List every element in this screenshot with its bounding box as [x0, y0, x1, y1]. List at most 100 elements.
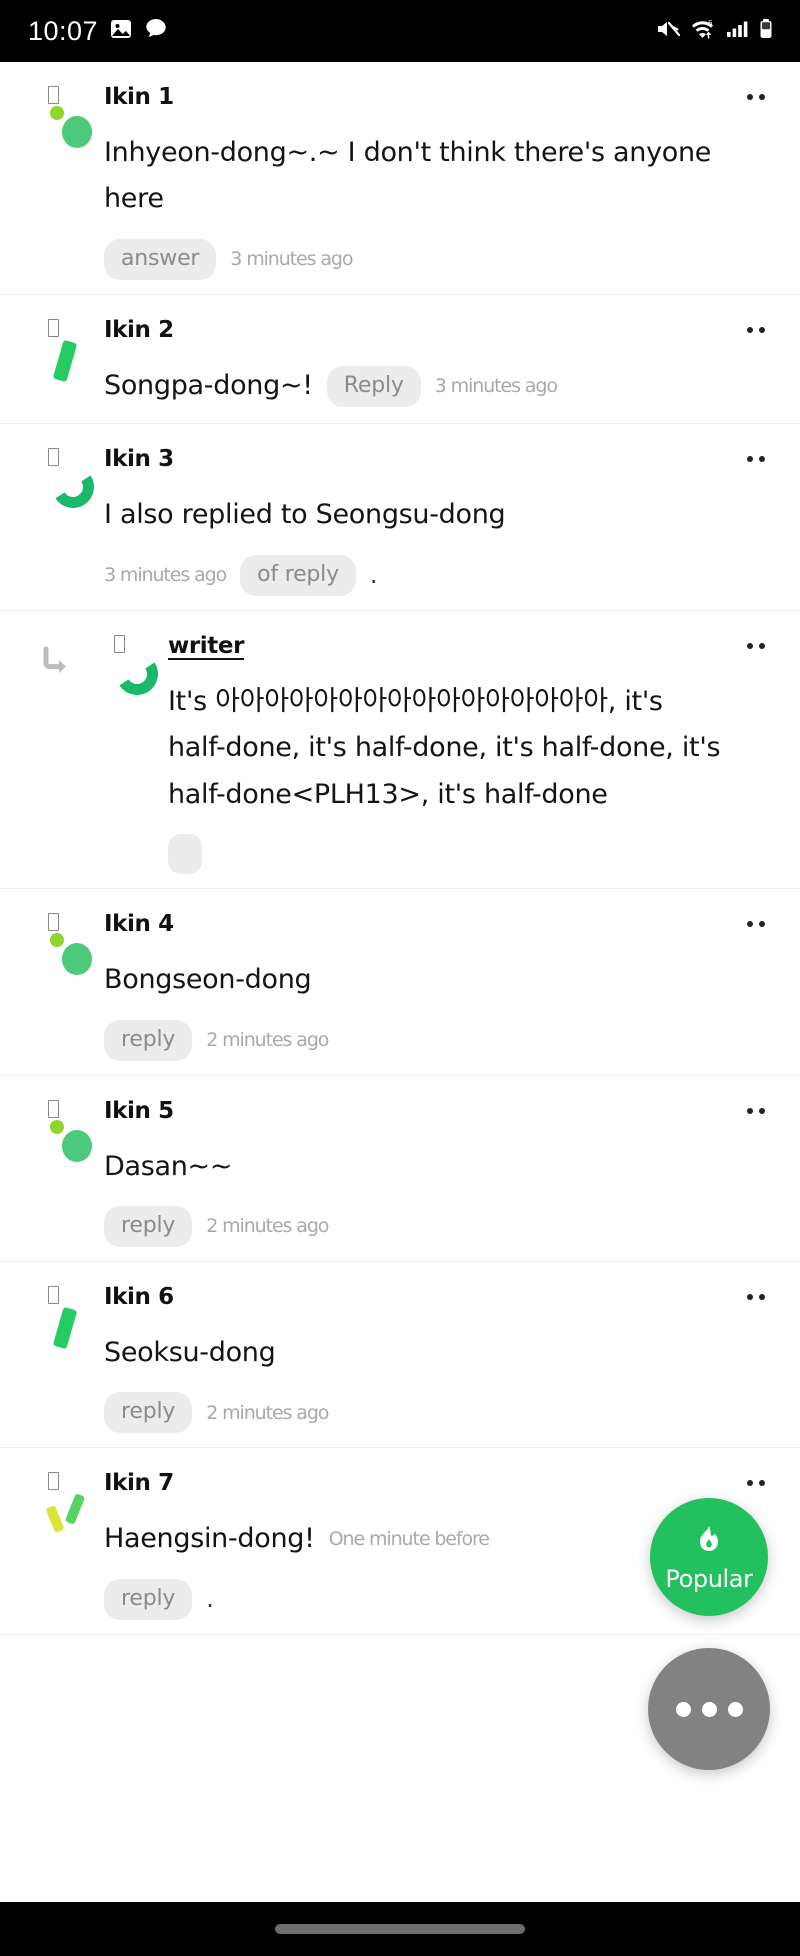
comment-text: I also replied to Seongsu-dong [104, 499, 506, 531]
comment-item[interactable]: Ikin 3 I also replied to Seongsu-dong 3 … [0, 424, 800, 611]
comment-item[interactable]: Ikin 6 Seoksu-dong reply 2 minutes ago [0, 1262, 800, 1449]
comment-item[interactable]: Ikin 1 Inhyeon-dong~.~ I don't think the… [0, 62, 800, 295]
more-options-icon[interactable] [734, 313, 778, 347]
comment-meta: reply 2 minutes ago [104, 1019, 728, 1061]
status-bar-clock: 10:07 [28, 15, 99, 46]
popular-fab-label: Popular [665, 1565, 753, 1593]
comment-author-writer[interactable]: writer [168, 633, 728, 659]
comment-item-nested[interactable]: writer It's 아아아아아아아아아아아아아아아아, it's half-… [0, 611, 800, 890]
comment-text: Songpa-dong~! [104, 369, 313, 401]
reply-chip[interactable]: reply [104, 1578, 193, 1620]
comment-meta: 3 minutes ago of reply . [104, 554, 728, 596]
comment-timestamp: 2 minutes ago [206, 1401, 329, 1424]
comment-timestamp: 2 minutes ago [206, 1029, 329, 1051]
comment-text: Inhyeon-dong~.~ I don't think there's an… [104, 137, 712, 215]
comment-timestamp: 3 minutes ago [230, 248, 353, 271]
comment-author[interactable]: Ikin 6 [104, 1284, 728, 1310]
home-indicator[interactable] [275, 1924, 525, 1934]
empty-chip[interactable] [168, 834, 202, 875]
status-bar-right: 6 [655, 17, 774, 45]
comment-item[interactable]: Ikin 4 Bongseon-dong reply 2 minutes ago [0, 889, 800, 1076]
avatar-dots-icon [44, 931, 100, 979]
missing-glyph-icon [48, 1099, 59, 1118]
svg-text:6: 6 [708, 19, 713, 28]
chat-bubble-icon [144, 17, 168, 45]
status-bar: 10:07 6 [0, 0, 800, 62]
wifi-6-icon: 6 [690, 17, 716, 45]
comment-item[interactable]: Ikin 2 Songpa-dong~! Reply 3 minutes ago [0, 295, 800, 425]
popular-fab-button[interactable]: Popular [650, 1498, 768, 1616]
comment-author[interactable]: Ikin 5 [104, 1098, 728, 1124]
avatar-dots-icon [44, 104, 100, 152]
reply-chip[interactable]: Reply [326, 365, 421, 407]
more-options-icon[interactable] [734, 1280, 778, 1314]
comment-author[interactable]: Ikin 3 [104, 446, 728, 472]
avatar [26, 317, 104, 383]
more-options-icon[interactable] [734, 442, 778, 476]
status-bar-left: 10:07 [28, 16, 168, 47]
missing-glyph-icon [48, 1285, 59, 1304]
comment-text-row: Songpa-dong~! Reply 3 minutes ago [104, 363, 728, 409]
comment-author[interactable]: Ikin 2 [104, 317, 728, 343]
comment-meta: reply 2 minutes ago [104, 1392, 728, 1434]
comment-timestamp: 3 minutes ago [434, 374, 558, 397]
avatar [26, 911, 104, 976]
mute-icon [655, 17, 681, 45]
avatar [26, 446, 104, 513]
comment-text: Dasan~~ [104, 1150, 233, 1182]
comment-meta: answer 3 minutes ago [104, 238, 728, 280]
more-options-icon[interactable] [734, 1094, 778, 1128]
comment-timestamp: 3 minutes ago [104, 564, 227, 587]
more-options-icon[interactable] [734, 907, 778, 941]
cellular-signal-icon [725, 17, 749, 45]
missing-glyph-icon [114, 634, 125, 653]
avatar-dots-icon [44, 1118, 100, 1166]
comment-author[interactable]: Ikin 1 [104, 84, 728, 110]
comment-timestamp: 2 minutes ago [206, 1215, 329, 1238]
missing-glyph-icon [48, 318, 59, 337]
avatar [90, 633, 168, 699]
reply-chip[interactable]: answer [104, 238, 217, 280]
comment-meta: reply . [104, 1578, 728, 1620]
comment-meta: reply 2 minutes ago [104, 1205, 728, 1247]
reply-chip[interactable]: reply [104, 1019, 193, 1061]
avatar-ticks-icon [44, 1490, 100, 1538]
flame-icon [690, 1521, 728, 1563]
avatar-bar-icon [44, 1304, 100, 1352]
avatar [26, 1284, 104, 1350]
missing-glyph-icon [48, 913, 59, 932]
missing-glyph-icon [48, 448, 59, 467]
avatar-arc-icon [108, 648, 164, 701]
more-options-icon[interactable] [734, 629, 778, 663]
more-fab-button[interactable] [648, 1648, 770, 1770]
battery-icon [758, 17, 774, 45]
more-options-icon[interactable] [734, 80, 778, 114]
trailing-dot: . [369, 561, 378, 590]
system-navigation-bar [0, 1902, 800, 1956]
trailing-dot: . [206, 1585, 214, 1614]
reply-chip[interactable]: reply [104, 1205, 193, 1247]
avatar [26, 84, 104, 148]
comment-text-row: Haengsin-dong! One minute before [104, 1516, 728, 1562]
comment-list[interactable]: Ikin 1 Inhyeon-dong~.~ I don't think the… [0, 62, 800, 1902]
comment-text: Haengsin-dong! [104, 1523, 315, 1555]
comment-text: Seoksu-dong [104, 1336, 276, 1368]
comment-author[interactable]: Ikin 7 [104, 1470, 728, 1496]
image-icon [109, 17, 133, 45]
missing-glyph-icon [48, 1472, 59, 1491]
avatar [26, 1470, 104, 1534]
avatar-bar-icon [44, 337, 100, 385]
phone-screen: 10:07 6 Ikin 1 Inhyeon-dong~.~ I don't t… [0, 0, 800, 1956]
missing-glyph-icon [48, 86, 59, 104]
comment-timestamp: One minute before [328, 1528, 490, 1551]
more-options-icon[interactable] [734, 1466, 778, 1500]
comment-text: Bongseon-dong [104, 964, 312, 996]
reply-thread-icon [40, 645, 74, 679]
comment-text: It's 아아아아아아아아아아아아아아아아, it's half-done, i… [168, 685, 721, 810]
reply-chip[interactable]: reply [104, 1392, 193, 1434]
comment-author[interactable]: Ikin 4 [104, 911, 728, 937]
avatar [26, 1098, 104, 1162]
reply-chip[interactable]: of reply [240, 554, 356, 596]
avatar-arc-icon [44, 462, 100, 514]
comment-item[interactable]: Ikin 5 Dasan~~ reply 2 minutes ago [0, 1076, 800, 1262]
